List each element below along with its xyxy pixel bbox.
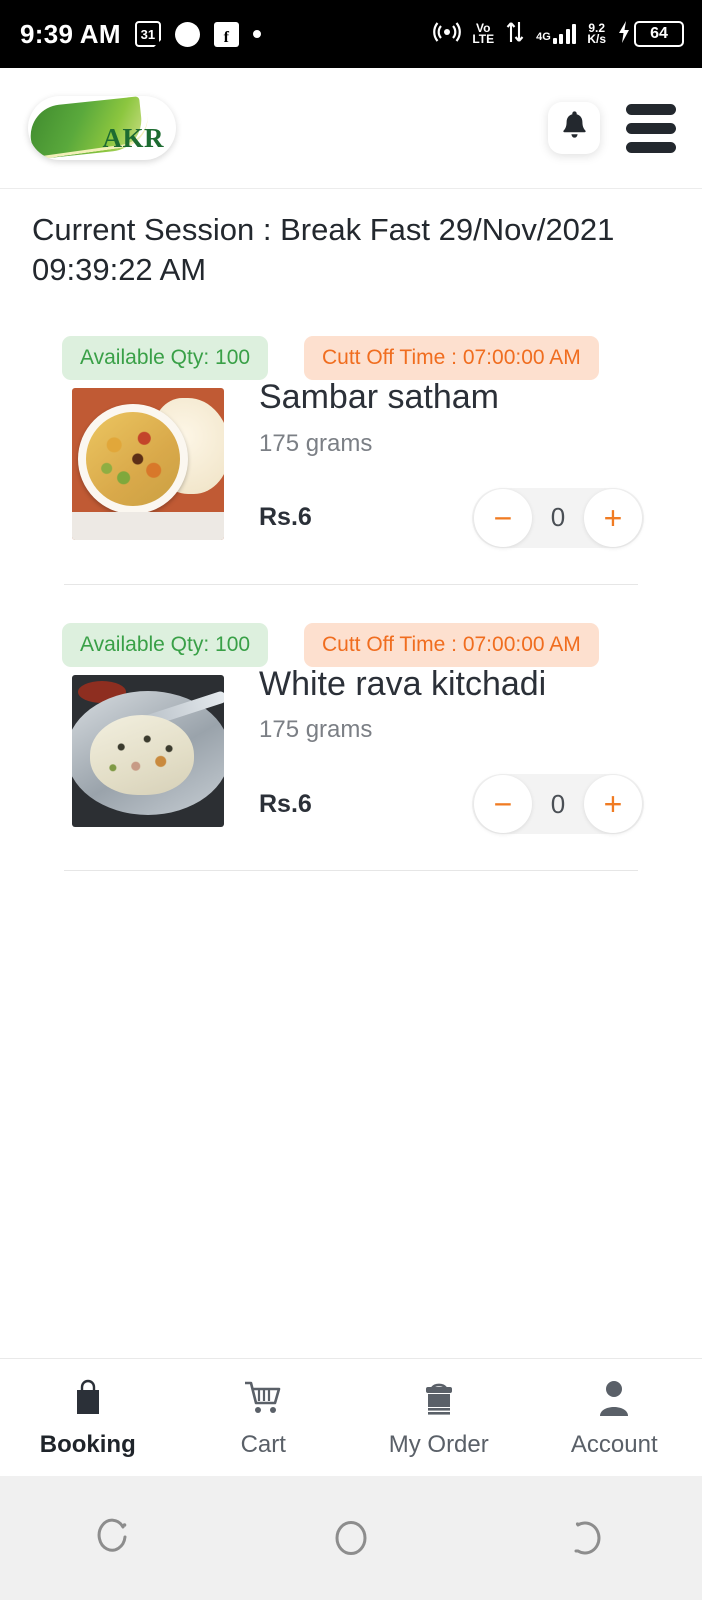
app-logo[interactable]: AKR (28, 96, 176, 160)
quantity-value: 0 (550, 788, 566, 819)
quantity-value: 0 (550, 502, 566, 533)
product-weight: 175 grams (259, 429, 373, 457)
cutoff-time-badge: Cutt Off Time : 07:00:00 AM (304, 336, 599, 380)
calendar-icon: 31 (134, 21, 161, 47)
flipkart-icon: f (213, 21, 239, 47)
nav-item-booking[interactable]: Booking (0, 1376, 176, 1459)
quantity-stepper: − 0 + (472, 774, 644, 835)
notifications-button[interactable] (548, 102, 600, 154)
product-card: Available Qty: 100 Cutt Off Time : 07:00… (0, 336, 702, 585)
price-and-stepper-row: Rs.6 − 0 + (259, 774, 670, 835)
bell-icon (561, 111, 588, 145)
status-bar-clock: 9:39 AM (20, 18, 121, 49)
rava-kitchadi-photo (72, 674, 224, 827)
product-badges: Available Qty: 100 Cutt Off Time : 07:00… (62, 336, 670, 384)
product-body: Sambar satham 175 grams Rs.6 − 0 + (32, 379, 670, 548)
hamburger-menu-icon[interactable] (626, 103, 676, 153)
table-surface (72, 512, 224, 540)
shopping-cart-icon (243, 1376, 283, 1420)
network-speed-indicator: 9.2 K/s (587, 21, 606, 46)
increment-button[interactable]: + (584, 488, 642, 547)
bottom-navigation: Booking Cart My Order Account (0, 1358, 702, 1476)
app-header: AKR (0, 68, 702, 189)
decrement-button[interactable]: − (474, 488, 532, 547)
header-actions (548, 102, 676, 154)
card-divider (64, 870, 638, 872)
product-price: Rs.6 (259, 789, 312, 818)
signal-bars (552, 24, 577, 44)
price-and-stepper-row: Rs.6 − 0 + (259, 487, 670, 548)
flipkart-glyph: f (223, 28, 229, 46)
battery-level-label: 64 (650, 25, 668, 42)
logo-text: AKR (102, 123, 164, 153)
calendar-day-label: 31 (140, 26, 156, 42)
product-card: Available Qty: 100 Cutt Off Time : 07:00… (0, 622, 702, 872)
back-icon[interactable] (468, 1515, 702, 1561)
product-list: Available Qty: 100 Cutt Off Time : 07:00… (0, 336, 702, 872)
network-type-label: 4G (536, 31, 551, 43)
product-info: Sambar satham 175 grams Rs.6 − 0 + (224, 379, 670, 548)
signal-icon: 4G (536, 24, 577, 44)
nav-label-cart: Cart (240, 1431, 286, 1458)
nav-item-account[interactable]: Account (527, 1376, 702, 1459)
sambar-rice-photo (72, 388, 224, 540)
circle-icon (174, 21, 200, 47)
battery-icon: 64 (634, 21, 684, 47)
nav-label-booking: Booking (39, 1431, 136, 1458)
available-qty-badge: Available Qty: 100 (62, 336, 269, 380)
product-badges: Available Qty: 100 Cutt Off Time : 07:00… (62, 622, 670, 671)
battery-indicator: 64 (617, 20, 684, 49)
status-bar: 9:39 AM 31 f Vo LTE 4G 9.2 K/s 64 (0, 0, 702, 68)
product-body: White rava kitchadi 175 grams Rs.6 − 0 + (32, 666, 670, 835)
volte-bottom-label: LTE (472, 32, 495, 46)
status-bar-right: Vo LTE 4G 9.2 K/s 64 (433, 20, 684, 49)
volte-icon: Vo LTE (472, 21, 495, 46)
speed-unit-label: K/s (587, 32, 606, 46)
product-info: White rava kitchadi 175 grams Rs.6 − 0 + (224, 666, 670, 835)
charging-icon (617, 20, 631, 49)
available-qty-badge: Available Qty: 100 (62, 622, 269, 667)
person-icon (595, 1376, 633, 1420)
data-transfer-icon (505, 20, 525, 49)
status-bar-left: 9:39 AM 31 f (20, 19, 261, 50)
system-navigation-bar (0, 1476, 702, 1600)
product-image (72, 674, 224, 827)
kitchadi-shape (90, 714, 194, 795)
product-weight: 175 grams (259, 716, 373, 744)
recents-icon[interactable] (0, 1515, 234, 1561)
current-session-title: Current Session : Break Fast 29/Nov/2021… (32, 212, 615, 287)
hotspot-icon (433, 21, 462, 48)
dot-icon (252, 30, 261, 38)
card-divider (64, 583, 638, 585)
product-name: Sambar satham (259, 378, 499, 416)
app-root: 9:39 AM 31 f Vo LTE 4G 9.2 K/s 64 AKR Cu… (0, 0, 702, 1600)
increment-button[interactable]: + (584, 775, 642, 834)
decrement-button[interactable]: − (474, 775, 532, 834)
nav-label-my-order: My Order (388, 1431, 489, 1458)
product-price: Rs.6 (259, 503, 312, 532)
nav-label-account: Account (570, 1431, 658, 1458)
product-image (72, 388, 224, 540)
rice-shape (86, 412, 180, 506)
shopping-bag-icon (70, 1376, 106, 1420)
tiffin-box-icon (418, 1376, 460, 1420)
nav-item-my-order[interactable]: My Order (351, 1376, 527, 1459)
home-icon[interactable] (234, 1515, 468, 1561)
quantity-stepper: − 0 + (472, 487, 644, 548)
product-name: White rava kitchadi (259, 664, 547, 703)
cutoff-time-badge: Cutt Off Time : 07:00:00 AM (304, 622, 599, 667)
nav-item-cart[interactable]: Cart (176, 1376, 352, 1459)
